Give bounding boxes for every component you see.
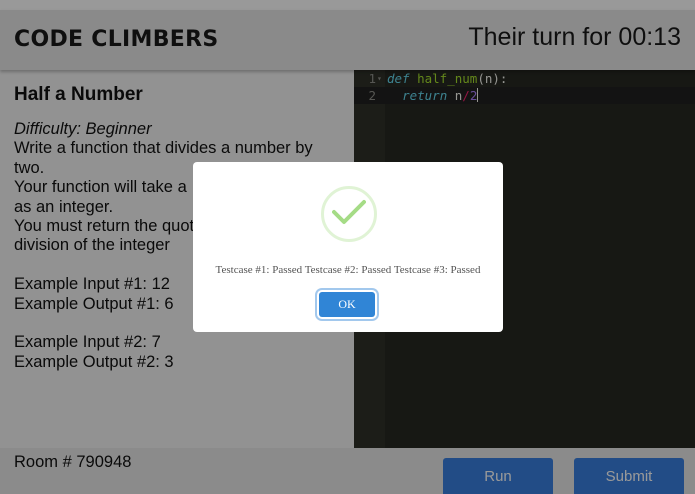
- result-dialog: Testcase #1: Passed Testcase #2: Passed …: [193, 162, 503, 332]
- success-icon: [321, 186, 377, 242]
- check-icon: [332, 200, 366, 224]
- testcase-results: Testcase #1: Passed Testcase #2: Passed …: [215, 264, 481, 276]
- ok-button[interactable]: OK: [319, 292, 375, 317]
